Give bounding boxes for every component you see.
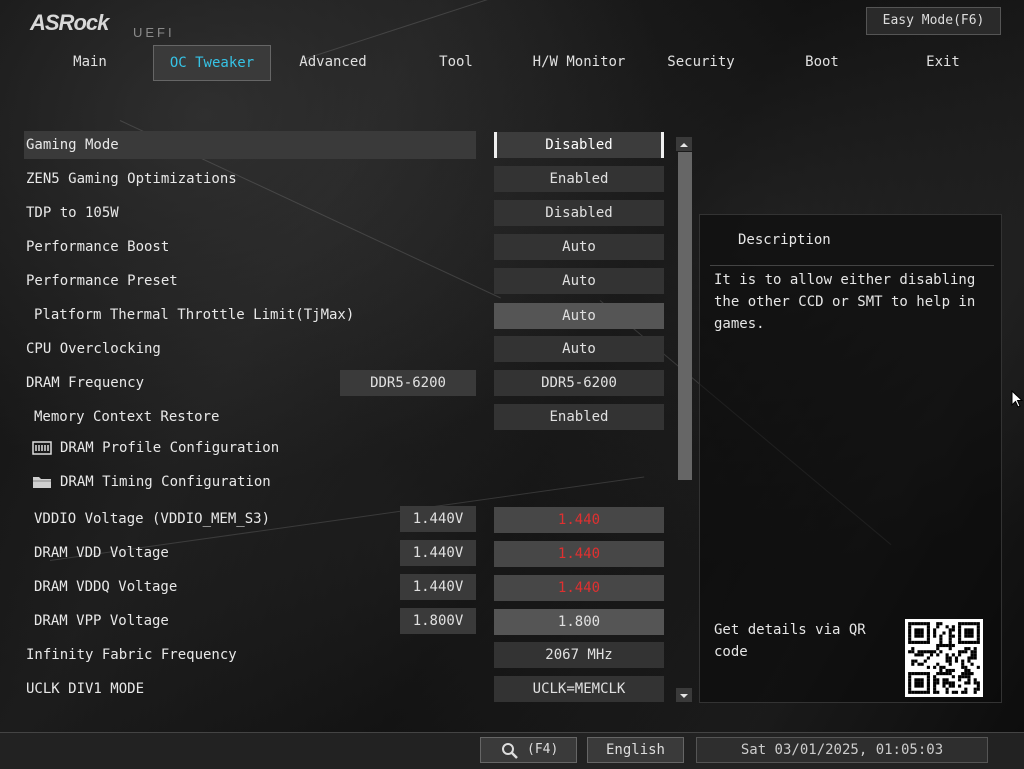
setting-label: ZEN5 Gaming Optimizations xyxy=(26,171,237,187)
memory-context-restore-value[interactable]: Enabled xyxy=(494,404,664,430)
gaming-mode-value[interactable]: Disabled xyxy=(494,132,664,158)
setting-row-performance-preset[interactable]: Performance Preset xyxy=(24,267,476,295)
tab-oc-tweaker[interactable]: OC Tweaker xyxy=(153,45,271,81)
dram-vdd-voltage-value[interactable]: 1.440 xyxy=(494,541,664,567)
cpu-overclocking-value[interactable]: Auto xyxy=(494,336,664,362)
vddio-voltage-value[interactable]: 1.440 xyxy=(494,507,664,533)
memory-icon xyxy=(32,441,52,455)
setting-label: Performance Preset xyxy=(26,273,178,289)
thermal-throttle-value[interactable]: Auto xyxy=(494,303,664,329)
tab-security[interactable]: Security xyxy=(640,45,762,81)
datetime-display: Sat 03/01/2025, 01:05:03 xyxy=(696,737,988,763)
qr-code xyxy=(905,619,983,697)
easy-mode-button[interactable]: Easy Mode(F6) xyxy=(866,7,1001,35)
dram-vpp-voltage-current: 1.800V xyxy=(400,608,476,634)
tab-boot[interactable]: Boot xyxy=(762,45,882,81)
description-divider xyxy=(710,265,994,266)
setting-label: TDP to 105W xyxy=(26,205,119,221)
setting-label: Memory Context Restore xyxy=(34,409,220,425)
setting-label: Infinity Fabric Frequency xyxy=(26,647,237,663)
setting-row-infinity-fabric[interactable]: Infinity Fabric Frequency xyxy=(24,641,476,669)
submenu-label: DRAM Timing Configuration xyxy=(60,474,271,490)
uclk-div1-value[interactable]: UCLK=MEMCLK xyxy=(494,676,664,702)
language-button[interactable]: English xyxy=(587,737,684,763)
setting-label: Platform Thermal Throttle Limit(TjMax) xyxy=(34,307,355,323)
setting-row-tdp-105w[interactable]: TDP to 105W xyxy=(24,199,476,227)
setting-label: DRAM Frequency xyxy=(26,375,145,391)
dram-vdd-voltage-current: 1.440V xyxy=(400,540,476,566)
qr-code-icon xyxy=(908,622,980,694)
setting-row-thermal-throttle[interactable]: Platform Thermal Throttle Limit(TjMax) xyxy=(24,301,476,329)
search-shortcut-label: (F4) xyxy=(527,742,559,757)
setting-label: Performance Boost xyxy=(26,239,170,255)
performance-boost-value[interactable]: Auto xyxy=(494,234,664,260)
search-button[interactable]: (F4) xyxy=(480,737,577,763)
submenu-dram-timing[interactable]: DRAM Timing Configuration xyxy=(24,468,476,496)
scroll-up-button[interactable] xyxy=(676,137,692,151)
setting-label: DRAM VPP Voltage xyxy=(34,613,169,629)
tab-bar: Main OC Tweaker Advanced Tool H/W Monito… xyxy=(30,45,1000,81)
asrock-logo: ASRock xyxy=(30,10,109,35)
vddio-voltage-current: 1.440V xyxy=(400,506,476,532)
description-text: It is to allow either disabling the othe… xyxy=(714,272,976,332)
tab-main[interactable]: Main xyxy=(30,45,150,81)
mouse-cursor-icon xyxy=(1011,390,1023,408)
dram-vpp-voltage-value[interactable]: 1.800 xyxy=(494,609,664,635)
tab-hw-monitor[interactable]: H/W Monitor xyxy=(518,45,640,81)
qr-caption: Get details via QR code xyxy=(714,622,866,660)
submenu-label: DRAM Profile Configuration xyxy=(60,440,280,456)
setting-row-uclk-div1[interactable]: UCLK DIV1 MODE xyxy=(24,675,476,703)
scroll-down-button[interactable] xyxy=(676,688,692,702)
performance-preset-value[interactable]: Auto xyxy=(494,268,664,294)
arrow-down-icon xyxy=(680,694,688,698)
infinity-fabric-value[interactable]: 2067 MHz xyxy=(494,642,664,668)
dram-frequency-value[interactable]: DDR5-6200 xyxy=(494,370,664,396)
setting-row-cpu-overclocking[interactable]: CPU Overclocking xyxy=(24,335,476,363)
submenu-dram-profile[interactable]: DRAM Profile Configuration xyxy=(24,434,476,462)
uefi-label: UEFI xyxy=(133,25,175,40)
tdp-105w-value[interactable]: Disabled xyxy=(494,200,664,226)
setting-row-zen5-gaming[interactable]: ZEN5 Gaming Optimizations xyxy=(24,165,476,193)
setting-label: DRAM VDD Voltage xyxy=(34,545,169,561)
search-icon xyxy=(502,743,518,759)
scrollbar-thumb[interactable] xyxy=(678,152,692,480)
dram-frequency-current: DDR5-6200 xyxy=(340,370,476,396)
dram-vddq-voltage-current: 1.440V xyxy=(400,574,476,600)
folder-icon xyxy=(33,477,51,488)
setting-label: VDDIO Voltage (VDDIO_MEM_S3) xyxy=(34,511,271,527)
description-panel: Description It is to allow either disabl… xyxy=(699,214,1002,703)
setting-row-memory-context-restore[interactable]: Memory Context Restore xyxy=(24,403,476,431)
description-title: Description xyxy=(738,232,831,248)
setting-label: CPU Overclocking xyxy=(26,341,161,357)
setting-label: UCLK DIV1 MODE xyxy=(26,681,145,697)
setting-row-performance-boost[interactable]: Performance Boost xyxy=(24,233,476,261)
setting-row-gaming-mode[interactable]: Gaming Mode xyxy=(24,131,476,159)
tab-exit[interactable]: Exit xyxy=(882,45,1004,81)
arrow-up-icon xyxy=(680,143,688,147)
zen5-gaming-value[interactable]: Enabled xyxy=(494,166,664,192)
tab-advanced[interactable]: Advanced xyxy=(273,45,393,81)
setting-label: DRAM VDDQ Voltage xyxy=(34,579,178,595)
setting-label: Gaming Mode xyxy=(26,137,119,153)
tab-tool[interactable]: Tool xyxy=(396,45,516,81)
dram-vddq-voltage-value[interactable]: 1.440 xyxy=(494,575,664,601)
